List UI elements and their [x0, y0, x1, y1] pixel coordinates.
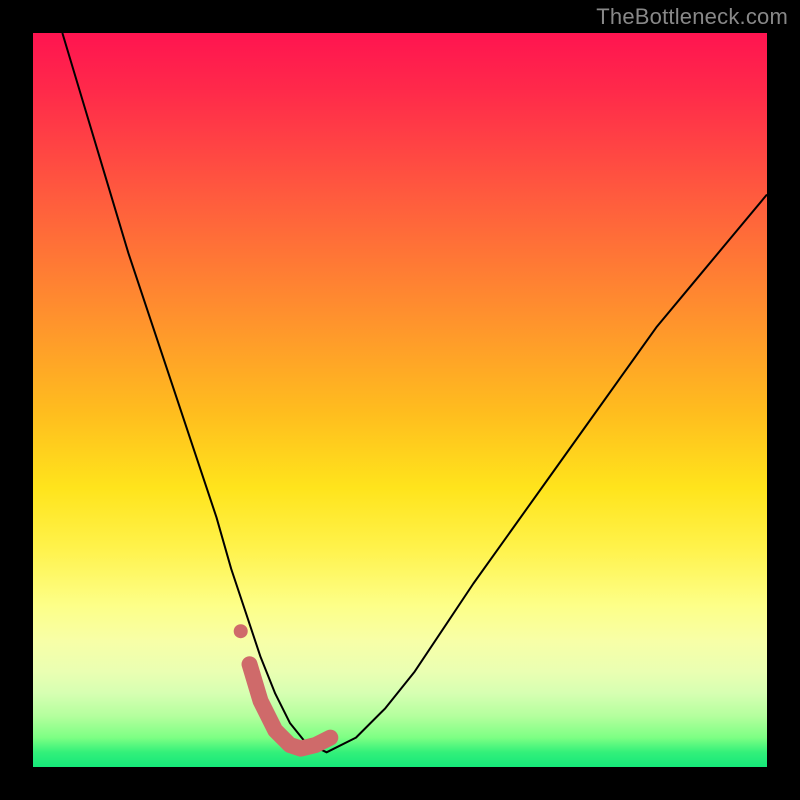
marker-layer	[234, 624, 248, 638]
series-layer	[62, 33, 767, 752]
chart-frame: TheBottleneck.com	[0, 0, 800, 800]
series-highlight-band	[250, 664, 331, 748]
chart-svg	[33, 33, 767, 767]
watermark-text: TheBottleneck.com	[596, 4, 788, 30]
series-bottleneck-curve	[62, 33, 767, 752]
marker-highlight-dot	[234, 624, 248, 638]
plot-area	[33, 33, 767, 767]
